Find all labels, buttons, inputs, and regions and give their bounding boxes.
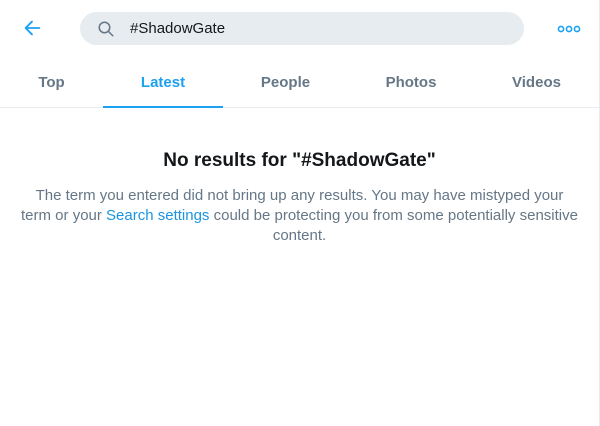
tab-top[interactable]: Top [0, 57, 103, 107]
tab-videos[interactable]: Videos [474, 57, 599, 107]
empty-state-title: No results for "#ShadowGate" [163, 150, 436, 171]
tab-label: Photos [385, 73, 437, 91]
search-icon [98, 21, 114, 37]
back-button[interactable] [18, 14, 46, 42]
tab-photos[interactable]: Photos [348, 57, 474, 107]
search-header [0, 0, 599, 57]
tab-label: Top [38, 73, 65, 91]
search-settings-link[interactable]: Search settings [106, 207, 209, 224]
search-tabs: Top Latest People Photos Videos [0, 57, 599, 108]
more-dots-icon[interactable] [556, 20, 582, 38]
search-box[interactable] [80, 12, 524, 45]
search-results-page: Top Latest People Photos Videos No resul… [0, 0, 600, 426]
empty-state-text: could be protecting you from some potent… [209, 207, 578, 244]
arrow-left-icon [24, 20, 41, 36]
tab-latest[interactable]: Latest [103, 57, 223, 108]
tab-people[interactable]: People [223, 57, 348, 107]
tab-label: Videos [512, 73, 561, 91]
tab-label: People [260, 73, 311, 91]
empty-state: No results for "#ShadowGate" The term yo… [0, 108, 599, 246]
search-input[interactable] [130, 12, 510, 45]
empty-state-message: The term you entered did not bring up an… [20, 186, 580, 246]
tab-label: Latest [140, 73, 186, 91]
